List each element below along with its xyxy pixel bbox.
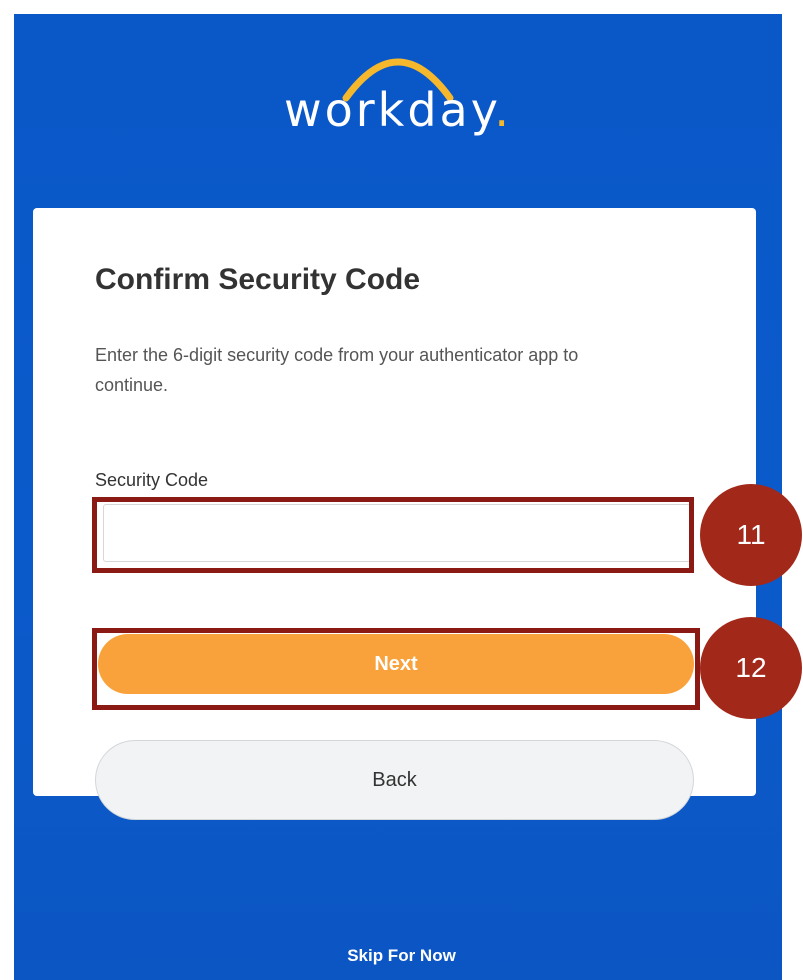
highlight-security-code (92, 497, 694, 573)
instruction-text: Enter the 6-digit security code from you… (95, 345, 579, 395)
highlight-next-button (92, 628, 700, 710)
logo-wordmark: workday. (284, 83, 512, 137)
page-title: Confirm Security Code (95, 263, 421, 296)
skip-for-now-link[interactable]: Skip For Now (0, 946, 803, 966)
workday-logo: workday. (268, 36, 528, 146)
step-badge-11: 11 (700, 484, 802, 586)
back-button[interactable]: Back (95, 740, 694, 820)
step-badge-12: 12 (700, 617, 802, 719)
security-code-label: Security Code (95, 470, 209, 490)
